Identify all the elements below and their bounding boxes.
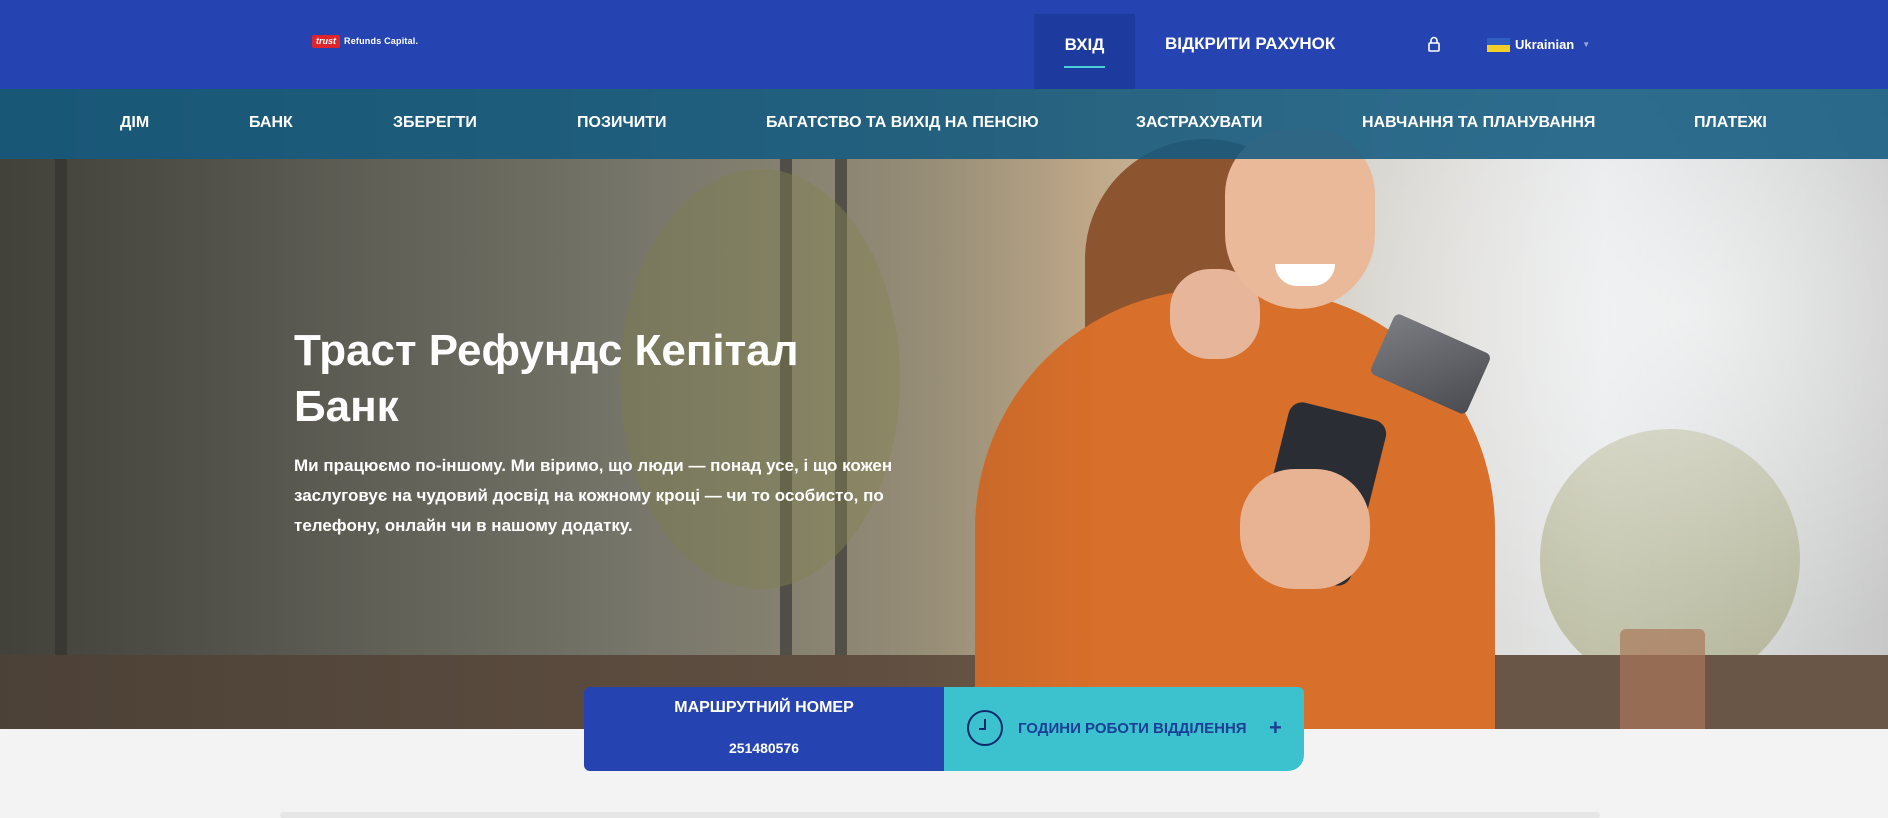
branch-hours-button[interactable]: ГОДИНИ РОБОТИ ВІДДІЛЕННЯ +	[944, 687, 1304, 771]
hero-background-detail	[1620, 629, 1705, 729]
nav-item-save[interactable]: ЗБЕРЕГТИ	[393, 114, 477, 132]
ukraine-flag-icon	[1487, 37, 1510, 52]
nav-item-bank[interactable]: БАНК	[249, 114, 293, 132]
language-label: Ukrainian	[1515, 37, 1575, 52]
routing-number-value: 251480576	[728, 740, 800, 756]
top-header: trust Refunds Capital. ВХІД ВІДКРИТИ РАХ…	[0, 0, 1888, 89]
hero-photo-person	[1240, 469, 1370, 589]
open-account-link[interactable]: ВІДКРИТИ РАХУНОК	[1165, 34, 1335, 54]
content-card-edge	[280, 812, 1600, 818]
clock-icon	[967, 710, 1003, 746]
logo-mark: trust	[312, 34, 340, 48]
login-tab[interactable]: ВХІД	[1034, 14, 1135, 89]
nav-item-borrow[interactable]: ПОЗИЧИТИ	[577, 114, 666, 132]
hero-description: Ми працюємо по-іншому. Ми віримо, що люд…	[294, 456, 893, 535]
hero-title: Траст Рефундс Кепітал Банк	[294, 326, 799, 431]
nav-item-home[interactable]: ДІМ	[120, 114, 149, 132]
routing-number-panel: МАРШРУТНИЙ НОМЕР 251480576	[584, 687, 944, 771]
nav-item-insure[interactable]: ЗАСТРАХУВАТИ	[1136, 114, 1262, 132]
branch-hours-label: ГОДИНИ РОБОТИ ВІДДІЛЕННЯ	[1018, 720, 1247, 737]
lock-icon[interactable]	[1427, 36, 1441, 52]
caret-down-icon: ▼	[1582, 40, 1591, 49]
login-active-indicator	[1064, 66, 1105, 68]
plus-icon[interactable]: +	[1269, 715, 1282, 741]
routing-number-label: МАРШРУТНИЙ НОМЕР	[674, 699, 854, 716]
nav-item-payments[interactable]: ПЛАТЕЖІ	[1694, 114, 1767, 132]
nav-item-learning-planning[interactable]: НАВЧАННЯ ТА ПЛАНУВАННЯ	[1362, 114, 1595, 132]
brand-logo[interactable]: trust Refunds Capital.	[312, 34, 418, 48]
login-label: ВХІД	[1064, 35, 1105, 54]
logo-text: Refunds Capital.	[344, 36, 419, 46]
language-selector[interactable]: Ukrainian ▼	[1487, 37, 1590, 52]
main-navigation: ДІМ БАНК ЗБЕРЕГТИ ПОЗИЧИТИ БАГАТСТВО ТА …	[0, 89, 1888, 159]
hero-banner	[0, 89, 1888, 729]
nav-item-wealth-retirement[interactable]: БАГАТСТВО ТА ВИХІД НА ПЕНСІЮ	[766, 114, 1039, 132]
